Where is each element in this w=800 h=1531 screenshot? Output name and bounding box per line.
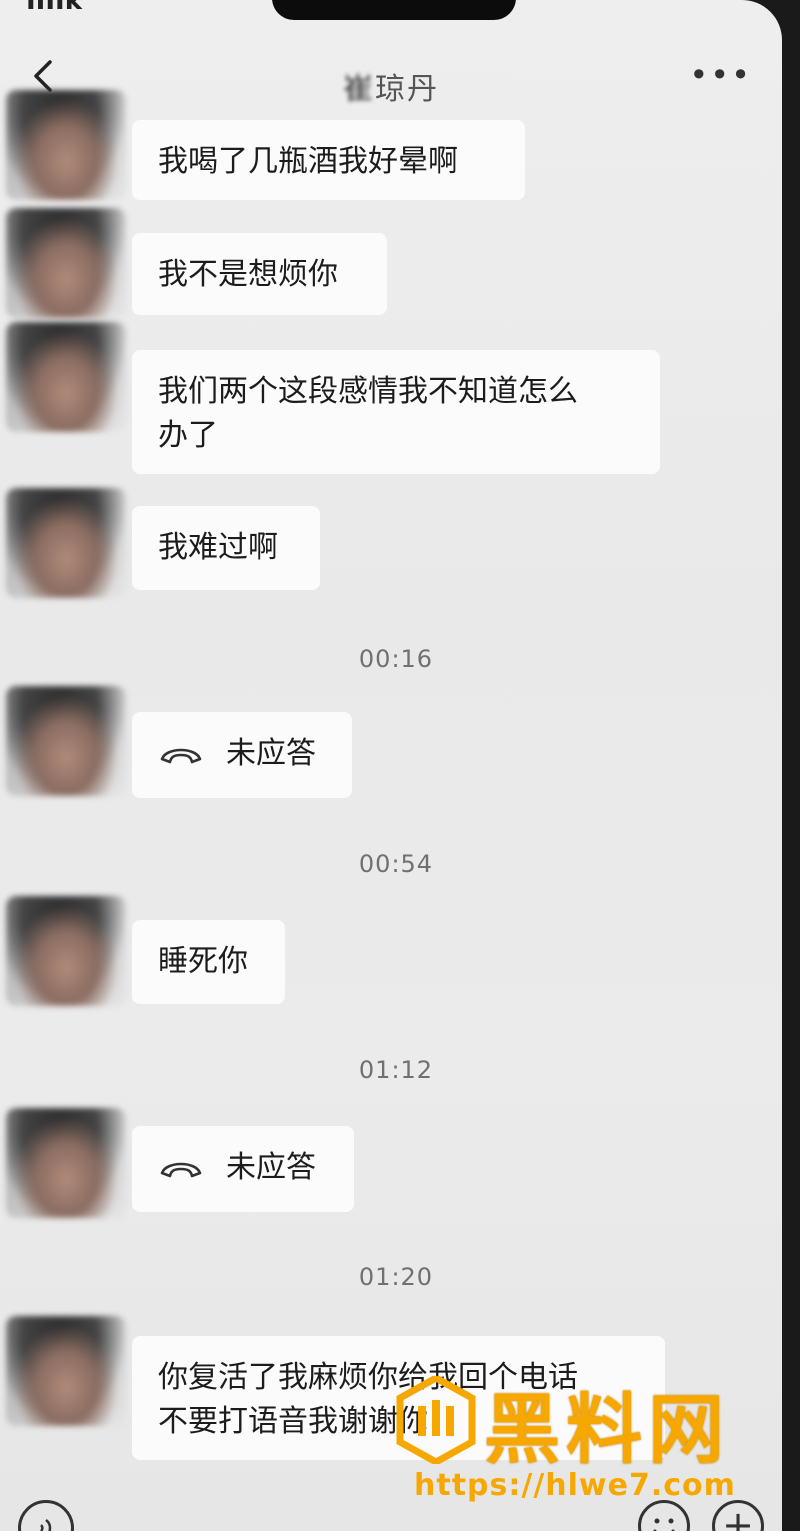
avatar[interactable] <box>6 322 126 432</box>
avatar[interactable] <box>6 208 126 318</box>
voice-icon <box>40 1519 52 1531</box>
chat-screen: IIIIk 崔琼丹 ••• 我喝了几瓶酒我好晕啊 我不是想烦你 我们两个这段感情… <box>0 0 782 1531</box>
message-text-line: 办了 <box>158 418 218 453</box>
avatar[interactable] <box>6 1316 126 1426</box>
message-text: 睡死你 <box>158 944 248 979</box>
message-text: 我喝了几瓶酒我好晕啊 <box>158 144 458 179</box>
timestamp: 00:16 <box>358 645 434 673</box>
call-status-text: 未应答 <box>226 736 316 771</box>
message-bubble[interactable]: 我难过啊 <box>132 506 320 590</box>
call-bubble[interactable]: 未应答 <box>132 712 352 798</box>
avatar[interactable] <box>6 896 126 1006</box>
watermark-logo-icon <box>396 1376 476 1464</box>
voice-input-button[interactable] <box>18 1500 74 1531</box>
avatar[interactable] <box>6 686 126 796</box>
watermark-text: 黑料网 <box>484 1385 730 1474</box>
avatar[interactable] <box>6 1108 126 1218</box>
phone-hangup-icon <box>160 748 202 764</box>
more-options-button[interactable]: ••• <box>689 56 752 94</box>
message-bubble[interactable]: 我们两个这段感情我不知道怎么 办了 <box>132 350 660 474</box>
message-text: 我难过啊 <box>158 530 278 565</box>
status-bar-text: IIIIk <box>26 0 82 16</box>
avatar[interactable] <box>6 90 126 200</box>
message-text-line: 我们两个这段感情我不知道怎么 <box>158 374 578 409</box>
contact-name: 琼丹 <box>375 72 439 107</box>
message-bubble[interactable]: 我不是想烦你 <box>132 233 387 315</box>
timestamp: 01:12 <box>358 1056 434 1084</box>
phone-hangup-icon <box>160 1162 202 1178</box>
message-bubble[interactable]: 我喝了几瓶酒我好晕啊 <box>132 120 525 200</box>
contact-name-obscured: 崔 <box>343 72 375 107</box>
avatar[interactable] <box>6 488 126 598</box>
phone-notch <box>272 0 516 20</box>
timestamp: 01:20 <box>358 1263 434 1291</box>
message-bubble[interactable]: 睡死你 <box>132 920 285 1004</box>
timestamp: 00:54 <box>358 850 434 878</box>
watermark: 黑料网 https://hlwe7.com <box>396 1368 790 1508</box>
call-status-text: 未应答 <box>226 1150 316 1185</box>
watermark-url: https://hlwe7.com <box>414 1468 736 1503</box>
call-bubble[interactable]: 未应答 <box>132 1126 354 1212</box>
message-text: 我不是想烦你 <box>158 257 338 292</box>
